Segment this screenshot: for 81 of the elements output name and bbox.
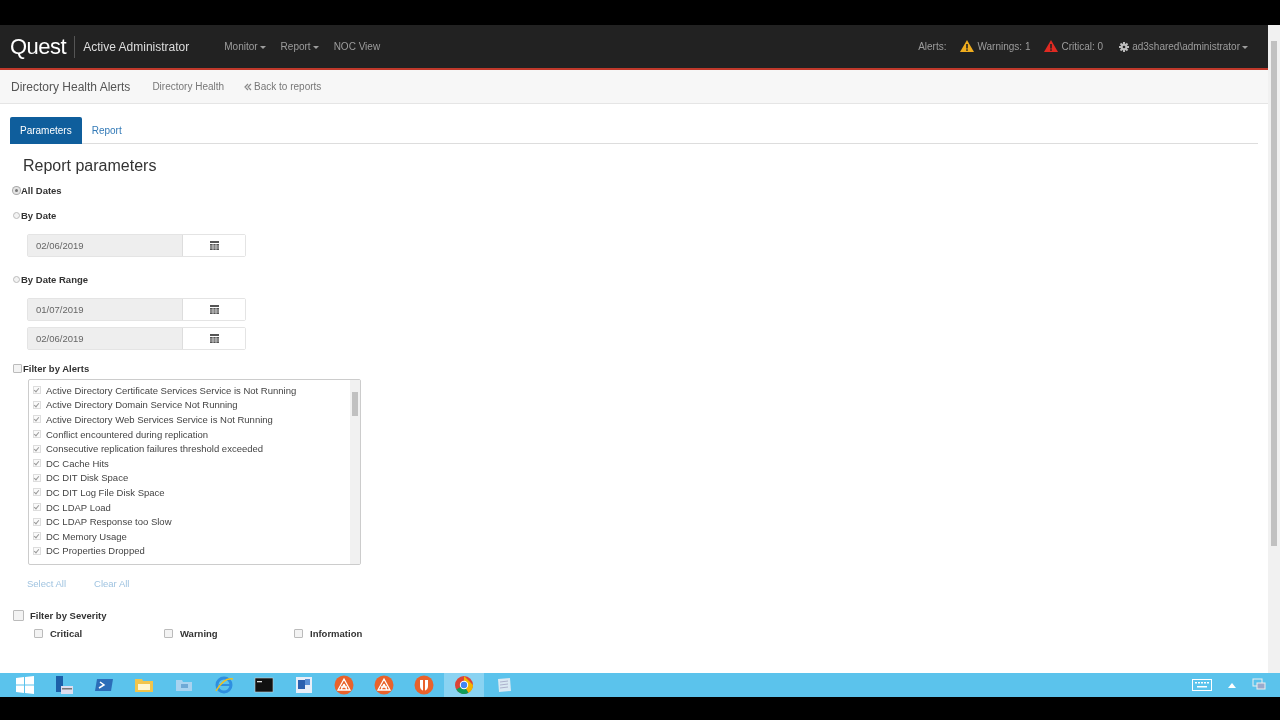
checkbox-label: Filter by Severity [30,609,107,621]
checkbox[interactable] [33,400,41,409]
alert-option: DC LDAP Response too Slow [46,516,172,528]
tab[interactable]: Parameters [10,117,82,144]
page-title: Directory Health Alerts [11,79,131,94]
alert-option: DC DIT Disk Space [46,472,129,484]
date-value: 02/06/2019 [28,328,183,349]
quest-logo[interactable]: Quest [10,35,76,58]
product-name: Active Administrator [83,39,190,54]
checkbox-label: Critical [50,628,83,639]
app-icon[interactable] [294,675,314,695]
nav-menu-item[interactable]: Monitor [224,41,266,52]
date-field[interactable]: 02/06/2019 [27,327,246,350]
checkbox[interactable] [33,430,41,439]
back-link[interactable]: Back to reports [254,81,322,92]
date-value: 02/06/2019 [28,235,183,256]
keyboard-icon[interactable] [1192,679,1212,691]
alert-option: DC Cache Hits [46,457,109,469]
triangle-app-icon[interactable] [374,675,394,695]
date-value: 01/07/2019 [28,299,183,320]
shield-app-icon[interactable] [414,675,434,695]
radio-label: All Dates [21,184,62,196]
checkbox[interactable] [34,629,43,638]
alert-option: DC Memory Usage [46,530,127,542]
checkbox-label: Information [310,628,363,639]
alert-option: Active Directory Web Services Service is Not Running [46,414,273,425]
triangle-app-icon[interactable] [334,675,354,695]
settings-icon [1119,41,1130,52]
critical-icon [1044,39,1059,52]
list-scrollbar[interactable] [350,380,360,564]
checkbox[interactable] [33,532,41,541]
network-icon[interactable] [1252,678,1266,692]
alert-option: Active Directory Certificate Services Service is Not Running [46,384,297,396]
radio-label: By Date Range [21,273,89,285]
server-icon[interactable] [54,675,74,695]
checkbox[interactable] [33,517,41,526]
checkbox[interactable] [33,503,41,512]
alerts-label: Alerts: [918,41,947,52]
user-menu[interactable]: ad3shared\administrator [1132,41,1248,52]
command-prompt-icon[interactable] [254,675,274,695]
checkbox[interactable] [33,488,41,497]
section-heading: Report parameters [23,157,158,175]
nav-menu-item[interactable]: NOC View [333,41,381,52]
date-field[interactable]: 02/06/2019 [27,234,246,257]
warnings-link[interactable]: Warnings: 1 [977,41,1031,52]
alert-option: Consecutive replication failures threshold exceeded [46,443,264,455]
alert-option: Active Directory Domain Service Not Running [46,399,238,411]
radio-label: By Date [21,209,57,221]
checkbox[interactable] [33,415,41,424]
radio-button[interactable] [13,275,20,283]
calendar-icon [209,241,219,250]
nav-menu-item[interactable]: Report [280,41,319,52]
checkbox[interactable] [33,546,41,555]
alert-option: Conflict encountered during replication [46,428,209,440]
page-scrollbar[interactable] [1268,25,1280,673]
start-icon[interactable] [16,676,34,694]
checkbox[interactable] [33,459,41,468]
alert-option: DC DIT Log File Disk Space [46,486,165,498]
breadcrumb-link[interactable]: Directory Health [152,81,225,92]
date-field[interactable]: 01/07/2019 [27,298,246,321]
checkbox[interactable] [33,473,41,482]
checkbox[interactable] [13,363,22,373]
checkbox[interactable] [294,629,303,638]
tab[interactable]: Report [81,117,132,144]
warning-icon [960,39,975,52]
checkbox[interactable] [33,444,41,453]
calendar-icon [209,305,219,314]
show-hidden-icons-arrow-icon[interactable] [1228,682,1236,688]
calendar-icon [209,334,219,343]
browser-icon[interactable] [214,675,234,695]
checkbox[interactable] [164,629,173,638]
radio-button[interactable] [13,211,20,219]
critical-link[interactable]: Critical: 0 [1061,41,1104,52]
double-chevron-icon [244,82,253,91]
checkbox[interactable] [33,386,41,395]
chrome-icon[interactable] [454,675,474,695]
checkbox-label: Filter by Alerts [23,362,90,374]
alert-option: DC LDAP Load [46,501,111,513]
checkbox-label: Warning [180,628,218,639]
checkbox[interactable] [13,609,24,621]
alert-option: DC Properties Dropped [46,545,145,557]
